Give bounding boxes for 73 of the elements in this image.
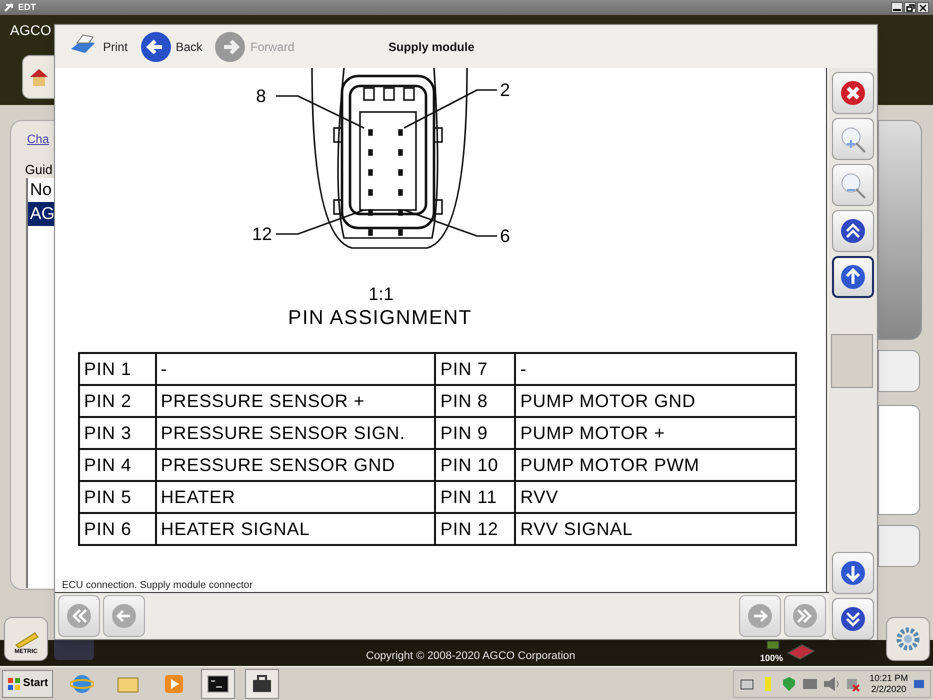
table-cell: PIN 9 [435, 417, 516, 449]
caption-text: ECU connection. Supply module connector [62, 580, 253, 592]
page-up-button[interactable] [832, 210, 874, 252]
diagram-heading: PIN ASSIGNMENT [286, 306, 474, 330]
settings-icon [894, 625, 922, 653]
table-cell: PIN 12 [435, 513, 516, 545]
start-button[interactable]: Start [2, 670, 54, 698]
table-cell: PIN 1 [79, 353, 156, 385]
table-cell: PRESSURE SENSOR SIGN. [156, 417, 436, 449]
table-cell: PRESSURE SENSOR + [156, 385, 436, 417]
pin-label: 8 [256, 86, 266, 106]
house-icon [28, 67, 50, 87]
show-desktop-icon [913, 678, 925, 690]
table-cell: PIN 3 [79, 417, 156, 449]
list-item[interactable]: AG [28, 202, 54, 226]
table-cell: PIN 6 [79, 513, 156, 545]
up-button[interactable] [832, 256, 874, 298]
page-down-button[interactable] [832, 598, 874, 640]
scroll-thumb[interactable] [831, 334, 873, 388]
list-item[interactable]: No [28, 178, 54, 202]
device-icon [786, 643, 816, 661]
clock-date: 2/2/2020 [871, 684, 906, 694]
table-cell: PIN 7 [435, 353, 516, 385]
down-button[interactable] [832, 552, 874, 594]
table-cell: PUMP MOTOR GND [515, 385, 796, 417]
table-cell: PRESSURE SENSOR GND [156, 449, 436, 481]
speaker-icon [823, 676, 840, 692]
pin-label: 6 [500, 226, 510, 246]
table-cell: PIN 5 [79, 481, 156, 513]
pin-label: 2 [500, 80, 510, 100]
back-button[interactable]: Back [140, 30, 208, 62]
table-cell: HEATER SIGNAL [156, 513, 436, 545]
copyright-text: Copyright © 2008-2020 AGCO Corporation [366, 649, 576, 664]
home-button[interactable] [22, 55, 56, 99]
brand-text: AGCO [10, 21, 52, 40]
close-icon [839, 79, 867, 107]
settings-button[interactable] [886, 617, 930, 661]
pin-label: 12 [252, 224, 272, 244]
document-title: Supply module [388, 38, 474, 56]
table-cell: PIN 11 [435, 481, 516, 513]
restore-icon [905, 2, 915, 12]
table-cell: PIN 4 [79, 449, 156, 481]
restore-button[interactable] [904, 2, 916, 13]
zoom-in-button[interactable] [832, 118, 874, 160]
close-button[interactable] [917, 2, 929, 13]
minimize-button[interactable] [891, 2, 903, 13]
table-cell: PUMP MOTOR PWM [515, 449, 796, 481]
table-cell: PIN 10 [435, 449, 516, 481]
ruler-icon [13, 630, 39, 648]
guide-label: Guid [25, 161, 52, 179]
battery-text: 100% [760, 652, 784, 665]
scale-label: 1:1 [367, 284, 395, 304]
minimize-icon [892, 8, 902, 12]
table-cell: PIN 8 [435, 385, 516, 417]
table-cell: PUMP MOTOR + [515, 417, 796, 449]
zoom-in-icon [839, 125, 867, 153]
table-cell: - [515, 353, 796, 385]
close-icon [918, 2, 928, 12]
table-cell: RVV [515, 481, 796, 513]
window-title: EDT [18, 0, 36, 14]
table-cell: RVV SIGNAL [515, 513, 796, 545]
table-cell: HEATER [156, 481, 436, 513]
print-button[interactable]: Print [67, 30, 134, 62]
taskbar-app-button[interactable] [245, 668, 280, 698]
clock-time: 10:21 PM [869, 672, 908, 684]
shield-icon [781, 676, 798, 692]
taskbar-app-button[interactable] [201, 668, 236, 698]
table-cell: PIN 2 [79, 385, 156, 417]
zoom-out-icon [839, 171, 867, 199]
table-cell: - [156, 353, 436, 385]
windows-logo-icon [7, 676, 21, 690]
link[interactable]: Cha [27, 130, 50, 148]
app-icon [4, 2, 14, 12]
